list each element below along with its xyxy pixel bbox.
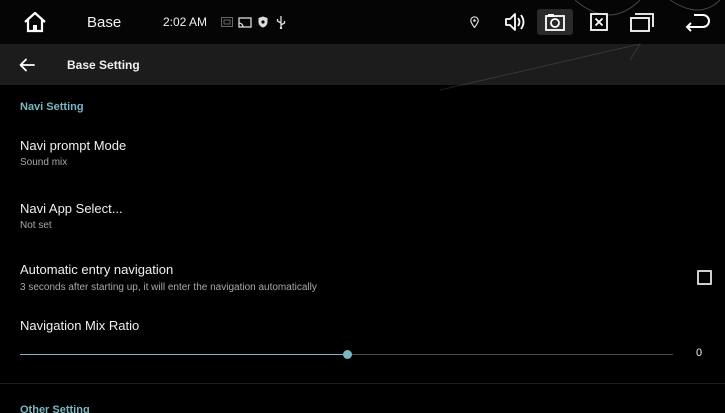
screen: Base 2:02 AM Base Setting Navi Setting N…	[0, 0, 725, 413]
automatic-entry-checkbox[interactable]	[697, 270, 712, 285]
page-title: Base Setting	[67, 57, 140, 72]
app-name: Base	[87, 13, 122, 31]
navi-app-select-item[interactable]: Navi App Select... Not set	[0, 188, 725, 240]
navi-prompt-mode-item[interactable]: Navi prompt Mode Sound mix	[0, 126, 725, 178]
item-title: Navi App Select...	[20, 201, 123, 216]
item-title: Navi prompt Mode	[20, 138, 127, 153]
item-title: Automatic entry navigation	[20, 262, 174, 277]
usb-icon	[276, 0, 286, 44]
cast-icon	[238, 0, 252, 44]
clock: 2:02 AM	[163, 15, 208, 29]
app-bar: Base Setting	[0, 44, 725, 85]
camera-icon[interactable]	[540, 0, 570, 44]
status-bar: Base 2:02 AM	[0, 0, 725, 44]
section-header-other: Other Setting	[20, 404, 90, 413]
recent-apps-icon[interactable]	[626, 0, 658, 44]
section-divider	[0, 383, 725, 384]
close-app-icon[interactable]	[584, 0, 614, 44]
shield-icon	[258, 0, 268, 44]
section-header-navi: Navi Setting	[20, 101, 84, 113]
back-system-icon[interactable]	[680, 0, 714, 44]
home-icon[interactable]	[18, 0, 52, 44]
item-subtitle: 3 seconds after starting up, it will ent…	[20, 282, 317, 293]
mix-ratio-slider-thumb[interactable]	[343, 350, 352, 359]
location-icon	[470, 0, 479, 44]
volume-icon[interactable]	[500, 0, 530, 44]
automatic-entry-navigation-item[interactable]: Automatic entry navigation 3 seconds aft…	[0, 250, 725, 300]
navigation-mix-ratio-title: Navigation Mix Ratio	[20, 318, 140, 333]
mix-ratio-slider-fill	[20, 354, 347, 355]
screen-record-icon	[221, 0, 233, 44]
item-subtitle: Not set	[20, 220, 52, 231]
mix-ratio-value: 0	[696, 347, 703, 359]
back-arrow-icon[interactable]	[14, 52, 40, 78]
item-subtitle: Sound mix	[20, 157, 68, 168]
